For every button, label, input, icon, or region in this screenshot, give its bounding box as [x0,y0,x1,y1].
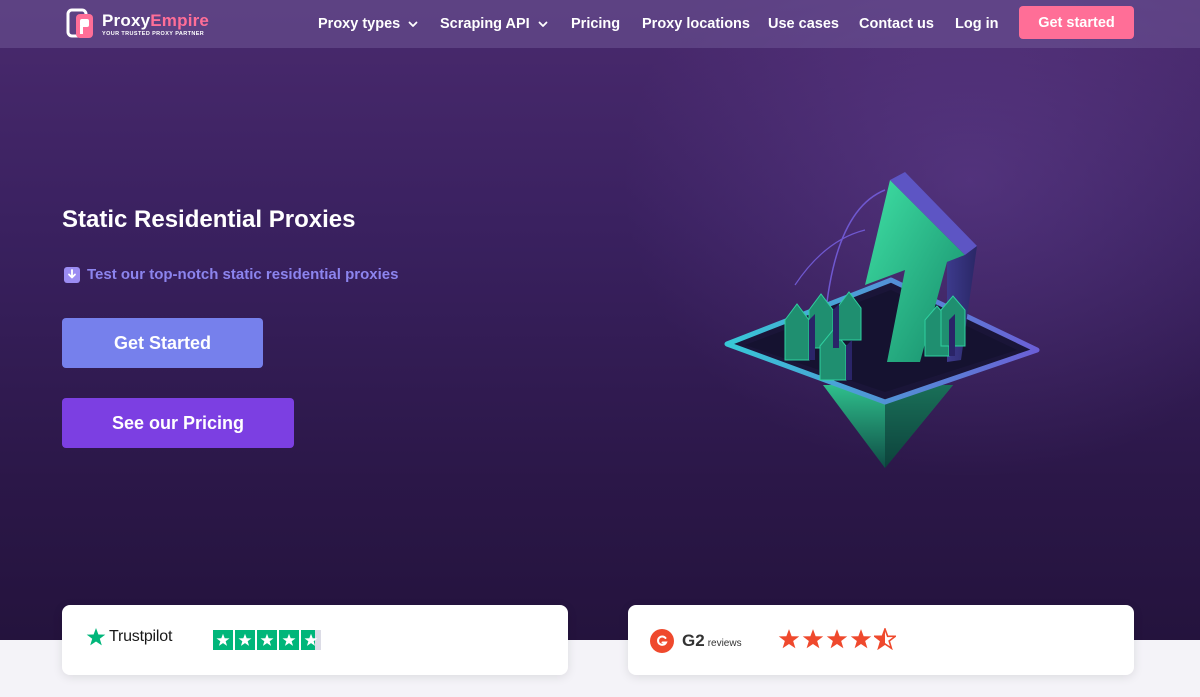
star-icon [279,630,299,650]
hero-illustration [724,172,1040,468]
star-icon [778,629,800,649]
trustpilot-name: Trustpilot [109,628,173,645]
nav-item-log-in[interactable]: Log in [955,14,999,34]
get-started-button[interactable]: Get Started [62,318,263,368]
g2-logo: G2 reviews [650,629,742,653]
nav-item-use-cases[interactable]: Use cases [768,14,839,34]
hero-section: ProxyEmpire YOUR TRUSTED PROXY PARTNER P… [0,0,1200,640]
nav-item-label: Scraping API [440,16,530,32]
star-icon [213,630,233,650]
top-nav: ProxyEmpire YOUR TRUSTED PROXY PARTNER P… [0,0,1200,48]
chevron-down-icon [408,21,418,27]
g2-card[interactable]: G2 reviews [628,605,1134,675]
nav-item-contact-us[interactable]: Contact us [859,14,934,34]
trustpilot-card[interactable]: Trustpilot [62,605,568,675]
g2-reviews-label: reviews [707,638,742,649]
star-icon [301,630,321,650]
star-icon [802,629,824,649]
nav-item-proxy-locations[interactable]: Proxy locations [642,14,750,34]
nav-item-proxy-types[interactable]: Proxy types [318,14,418,34]
see-pricing-button[interactable]: See our Pricing [62,398,294,448]
half-star-icon [874,628,896,650]
trustpilot-logo: Trustpilot [86,627,172,647]
nav-item-label: Proxy types [318,16,401,32]
nav-menu: Proxy types Scraping API Pricing Proxy l… [0,0,1200,48]
nav-item-pricing[interactable]: Pricing [571,14,620,34]
nav-item-scraping-api[interactable]: Scraping API [440,14,548,34]
star-icon [826,629,848,649]
down-arrow-icon [64,266,80,283]
g2-logo-icon [650,629,674,653]
star-icon [257,630,277,650]
chevron-down-icon [538,21,548,27]
g2-name: G2 [682,631,705,650]
trustpilot-star-icon [86,628,106,646]
page-title: Static Residential Proxies [62,206,356,233]
hero-subtitle: Test our top-notch static residential pr… [64,266,398,283]
star-icon [235,630,255,650]
g2-rating [778,628,898,650]
get-started-nav-button[interactable]: Get started [1019,6,1134,39]
hero-subtitle-text: Test our top-notch static residential pr… [87,266,399,283]
star-icon [850,629,872,649]
trustpilot-rating [213,630,323,650]
